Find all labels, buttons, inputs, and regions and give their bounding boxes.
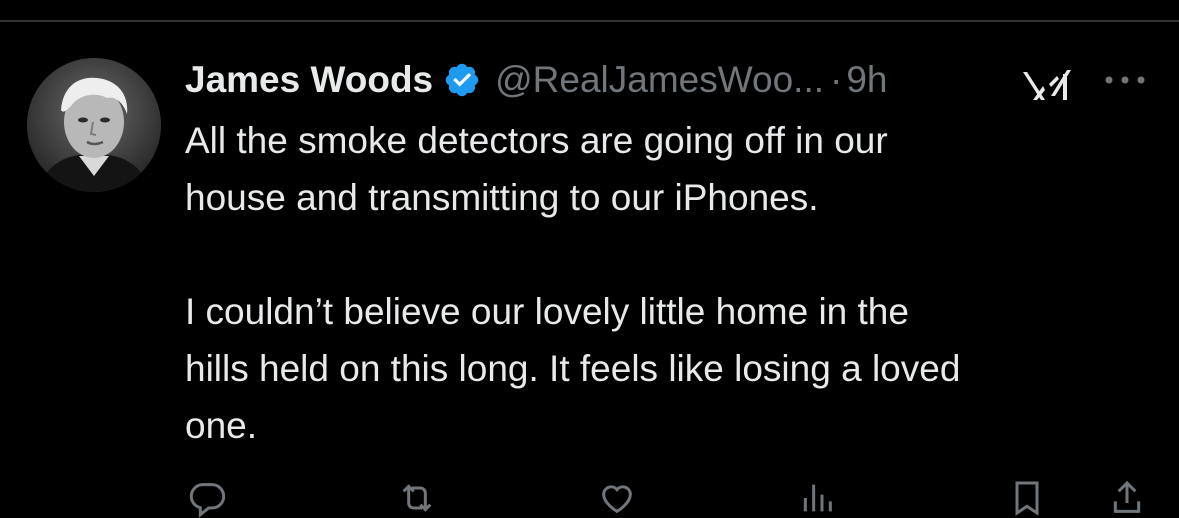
tweet[interactable]: James Woods @RealJamesWoo... · 9h All th… <box>185 52 1165 454</box>
reply-icon <box>189 483 226 518</box>
display-name[interactable]: James Woods <box>185 59 433 101</box>
top-divider <box>0 20 1179 22</box>
timestamp[interactable]: 9h <box>846 59 887 101</box>
views-button[interactable] <box>795 478 839 518</box>
like-icon <box>602 485 632 514</box>
views-icon <box>803 484 832 512</box>
verified-badge-icon <box>443 61 481 99</box>
share-icon <box>1113 480 1141 513</box>
repost-icon <box>402 484 432 512</box>
tweet-header: James Woods @RealJamesWoo... · 9h <box>185 52 1165 108</box>
handle[interactable]: @RealJamesWoo... <box>495 59 824 101</box>
more-dots-icon[interactable] <box>1103 72 1147 88</box>
tweet-actions <box>185 470 1145 518</box>
repost-button[interactable] <box>395 478 439 518</box>
separator-dot: · <box>830 59 843 100</box>
grok-icon[interactable] <box>1023 66 1071 102</box>
tweet-text: All the smoke detectors are going off in… <box>185 120 961 446</box>
share-button[interactable] <box>1105 478 1149 518</box>
avatar[interactable] <box>27 58 161 192</box>
bookmark-icon <box>1015 481 1039 516</box>
reply-button[interactable] <box>185 478 229 518</box>
like-button[interactable] <box>595 478 639 518</box>
bookmark-button[interactable] <box>1005 478 1049 518</box>
